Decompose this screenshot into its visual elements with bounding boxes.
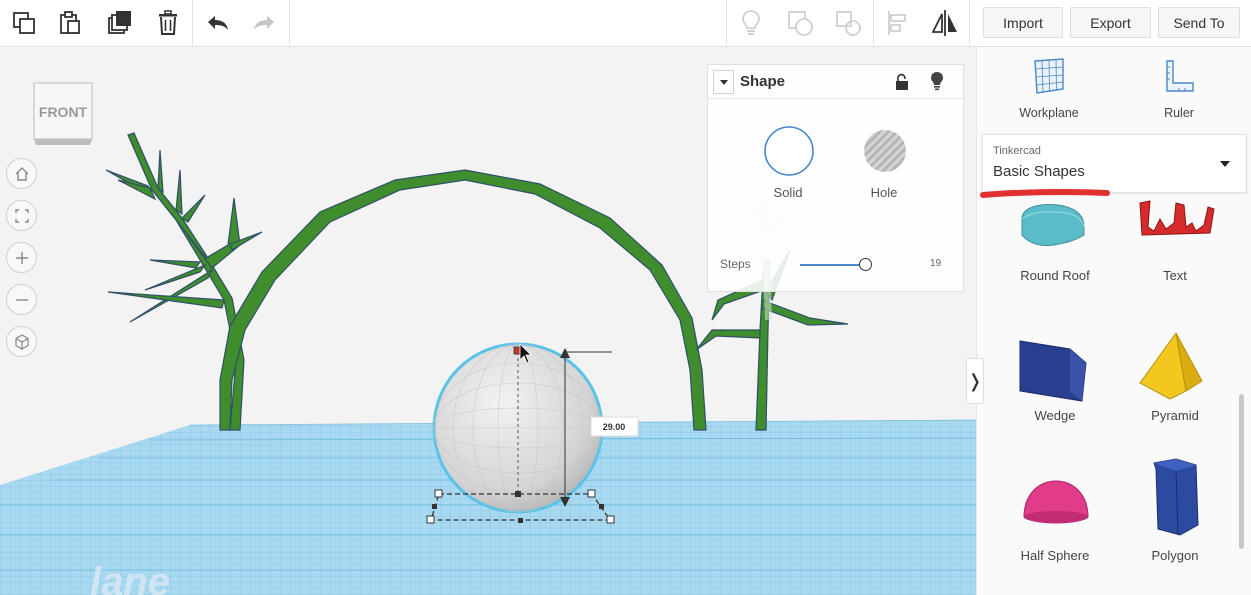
shape-text[interactable]: Text <box>1115 197 1235 327</box>
visibility-bulb-icon[interactable] <box>930 71 944 96</box>
workplane-watermark: lane <box>90 560 170 595</box>
hole-label: Hole <box>870 185 898 200</box>
library-name: Basic Shapes <box>993 163 1085 180</box>
zoom-out-button[interactable] <box>6 284 37 315</box>
dropdown-caret-icon <box>1220 161 1230 167</box>
shape-label: Half Sphere <box>1020 548 1090 563</box>
shape-label: Polygon <box>1151 548 1199 563</box>
red-underline-annotation <box>980 188 1110 198</box>
shape-label: Wedge <box>1034 408 1076 423</box>
caret-down-icon <box>719 80 728 85</box>
view-cube-label: FRONT <box>39 104 88 120</box>
ruler-tool[interactable]: Ruler <box>1119 57 1239 120</box>
import-button[interactable]: Import <box>983 7 1063 38</box>
export-button[interactable]: Export <box>1070 7 1151 38</box>
shape-round-roof[interactable]: Round Roof <box>995 197 1115 327</box>
perspective-button[interactable] <box>6 326 37 357</box>
view-cube[interactable]: FRONT <box>32 81 94 147</box>
workplane-icon <box>1034 58 1064 94</box>
shape-label: Pyramid <box>1151 408 1199 423</box>
top-toolbar: Import Export Send To <box>0 0 1251 47</box>
fit-view-button[interactable] <box>6 200 37 231</box>
sidebar-toggle-button[interactable]: ❭ <box>966 358 984 404</box>
shape-library-dropdown[interactable]: Tinkercad Basic Shapes <box>982 134 1247 193</box>
zoom-in-icon <box>15 251 28 264</box>
shape-label: Text <box>1163 268 1187 283</box>
solid-option[interactable] <box>759 125 819 182</box>
redo-icon[interactable] <box>244 4 284 42</box>
shape-label: Round Roof <box>1020 268 1090 283</box>
lock-icon[interactable] <box>894 73 910 96</box>
left-bamboo <box>105 132 263 431</box>
workplane-label: Workplane <box>1019 106 1079 120</box>
zoom-in-button[interactable] <box>6 242 37 273</box>
3d-viewport[interactable]: lane 29.00 FRONT Shape Solid Hole Steps … <box>0 47 976 595</box>
steps-slider[interactable] <box>800 264 864 266</box>
half-sphere-icon <box>1023 480 1089 524</box>
inspector-header: Shape <box>708 65 963 99</box>
steps-slider-thumb[interactable] <box>859 258 872 271</box>
perspective-icon <box>14 333 29 350</box>
ruler-icon <box>1166 60 1194 92</box>
wedge-icon <box>1019 340 1087 402</box>
pyramid-icon <box>1139 333 1203 400</box>
lightbulb-icon[interactable] <box>731 4 771 42</box>
ruler-label: Ruler <box>1164 106 1194 120</box>
steps-label: Steps <box>720 257 751 271</box>
undo-icon[interactable] <box>198 4 238 42</box>
workplane-tool[interactable]: Workplane <box>989 57 1109 120</box>
home-view-button[interactable] <box>6 158 37 189</box>
shape-wedge[interactable]: Wedge <box>995 333 1115 463</box>
solid-label: Solid <box>773 185 803 200</box>
delete-icon[interactable] <box>148 4 188 42</box>
align-icon[interactable] <box>877 4 917 42</box>
round-roof-icon <box>1021 204 1085 246</box>
copy-icon[interactable] <box>4 4 44 42</box>
library-provider: Tinkercad <box>993 145 1041 157</box>
polygon-icon <box>1153 458 1199 536</box>
shape-pyramid[interactable]: Pyramid <box>1115 333 1235 463</box>
steps-value: 19 <box>930 258 942 269</box>
send-to-button[interactable]: Send To <box>1158 7 1240 38</box>
shape-polygon[interactable]: Polygon <box>1115 457 1235 587</box>
dimension-value: 29.00 <box>603 422 626 432</box>
home-icon <box>15 166 28 181</box>
ungroup-icon[interactable] <box>828 4 868 42</box>
paste-icon[interactable] <box>50 4 90 42</box>
group-icon[interactable] <box>780 4 820 42</box>
tinkercad-editor: Import Export Send To lane 29.00 FRONT S… <box>0 0 1251 595</box>
collapse-button[interactable] <box>713 70 734 94</box>
mirror-icon[interactable] <box>925 4 965 42</box>
duplicate-icon[interactable] <box>100 4 140 42</box>
zoom-out-icon <box>15 298 28 301</box>
text-shape-icon <box>1139 200 1215 236</box>
inspector-title: Shape <box>740 73 786 90</box>
hole-option[interactable] <box>855 125 915 182</box>
fit-view-icon <box>14 208 29 223</box>
shape-inspector: Shape Solid Hole Steps 19 <box>707 64 964 292</box>
shape-half-sphere[interactable]: Half Sphere <box>995 467 1115 595</box>
right-sidebar: Workplane Ruler Round Roof Text Wedge Py… <box>976 47 1251 595</box>
sidebar-scrollbar[interactable] <box>1239 394 1244 549</box>
